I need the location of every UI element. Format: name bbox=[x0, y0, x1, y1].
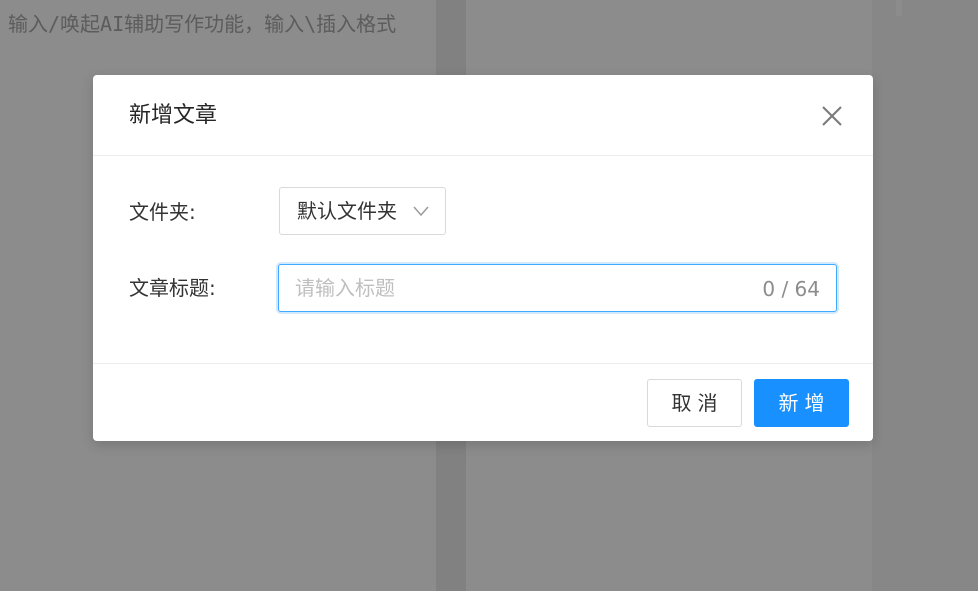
close-icon bbox=[822, 106, 842, 126]
article-title-field: 0 / 64 bbox=[278, 264, 837, 312]
folder-label: 文件夹: bbox=[129, 200, 196, 224]
title-char-counter: 0 / 64 bbox=[762, 277, 820, 301]
close-button[interactable] bbox=[815, 99, 849, 133]
chevron-down-icon bbox=[413, 206, 429, 217]
article-title-label: 文章标题: bbox=[129, 276, 216, 300]
dialog-footer: 取消 新增 bbox=[93, 363, 873, 441]
folder-select[interactable]: 默认文件夹 bbox=[279, 187, 446, 235]
new-article-dialog: 新增文章 文件夹: 默认文件夹 文章标题: 0 / 64 取消 新增 bbox=[93, 75, 873, 441]
cancel-button[interactable]: 取消 bbox=[647, 379, 742, 427]
dialog-header: 新增文章 bbox=[93, 75, 873, 156]
dialog-title: 新增文章 bbox=[129, 103, 218, 128]
folder-select-value: 默认文件夹 bbox=[297, 199, 397, 223]
submit-button[interactable]: 新增 bbox=[754, 379, 849, 427]
article-title-input[interactable] bbox=[295, 273, 735, 303]
app-page: 输入/唤起AI辅助写作功能，输入\插入格式 新增文章 文件夹: 默认文件夹 文章… bbox=[0, 0, 978, 591]
